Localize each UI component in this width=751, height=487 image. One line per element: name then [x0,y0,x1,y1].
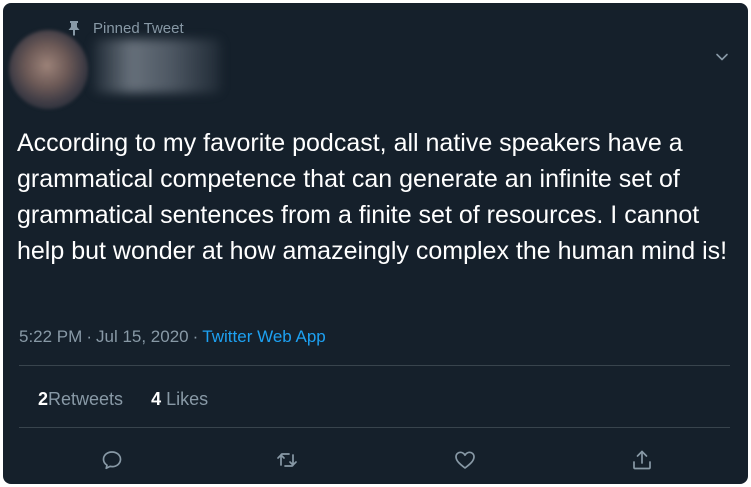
divider [19,427,730,428]
tweet-source-link[interactable]: Twitter Web App [202,327,325,346]
tweet-time[interactable]: 5:22 PM [19,327,82,346]
retweets-label: Retweets [48,389,124,409]
likes-label: Likes [166,389,209,409]
pin-icon [67,20,81,36]
tweet-date[interactable]: Jul 15, 2020 [96,327,189,346]
retweet-button[interactable] [273,446,301,474]
likes-count: 4 [151,389,162,409]
reply-icon [102,451,122,470]
tweet-actions [3,446,748,476]
tweet-text: According to my favorite podcast, all na… [17,129,728,265]
tweet-card: Pinned Tweet According to my favorite po… [3,3,748,484]
share-icon [633,450,651,470]
retweets-stat[interactable]: 2Retweets [38,389,123,410]
pinned-tweet-indicator: Pinned Tweet [67,19,184,37]
likes-stat[interactable]: 4 Likes [151,389,208,410]
like-icon [455,451,475,469]
pinned-label: Pinned Tweet [93,19,184,37]
author-name-redacted[interactable] [93,39,221,93]
separator-dot: · [192,327,199,346]
tweet-stats: 2Retweets 4 Likes [38,389,208,410]
divider [19,365,730,366]
share-button[interactable] [628,446,656,474]
retweets-count: 2 [38,389,49,409]
separator-dot: · [86,327,92,346]
like-button[interactable] [451,446,479,474]
chevron-down-icon[interactable] [714,49,730,65]
tweet-meta: 5:22 PM · Jul 15, 2020 · Twitter Web App [19,327,326,347]
retweet-icon [277,453,297,467]
avatar[interactable] [9,30,88,109]
reply-button[interactable] [98,446,126,474]
